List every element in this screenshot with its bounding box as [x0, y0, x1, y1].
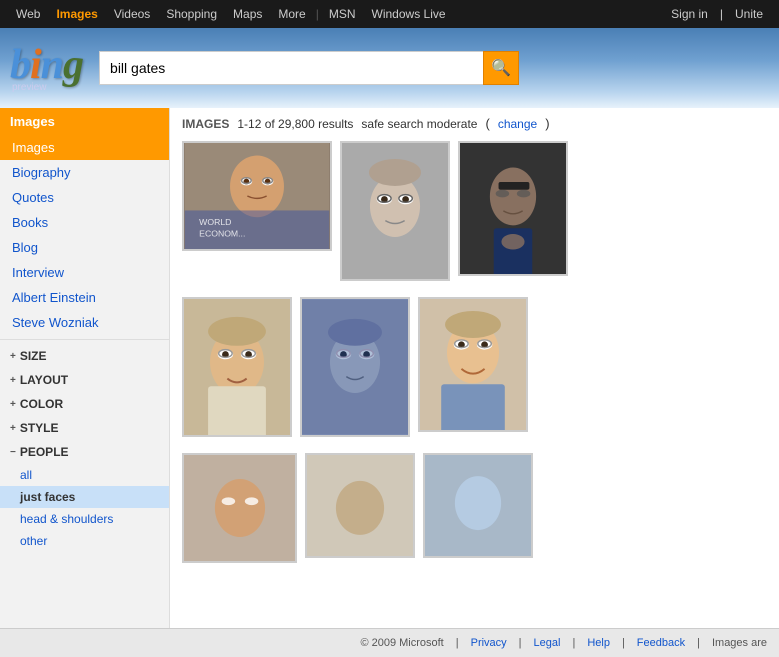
header: bing preview 🔍	[0, 28, 779, 108]
filter-people-header[interactable]: − PEOPLE	[0, 440, 169, 464]
footer-feedback-link[interactable]: Feedback	[637, 637, 685, 649]
content-area: Images Images Biography Quotes Books Blo…	[0, 108, 779, 628]
image-thumb-4[interactable]	[182, 297, 292, 437]
safe-search-text: safe search moderate	[361, 117, 477, 131]
filter-style-header[interactable]: + STYLE	[0, 416, 169, 440]
people-filter-all[interactable]: all	[0, 464, 169, 486]
footer-copyright: © 2009 Microsoft	[360, 637, 443, 649]
footer-legal-link[interactable]: Legal	[534, 637, 561, 649]
nav-signin[interactable]: Sign in	[663, 0, 716, 28]
image-thumb-5[interactable]	[300, 297, 410, 437]
sidebar-item-albert-einstein[interactable]: Albert Einstein	[0, 285, 169, 310]
logo-area: bing preview	[10, 44, 83, 93]
filter-people-label: PEOPLE	[20, 445, 69, 459]
nav-divider-2: |	[720, 7, 723, 21]
footer-separator-2: |	[519, 637, 522, 649]
filter-size-header[interactable]: + SIZE	[0, 344, 169, 368]
svg-text:ECONOM...: ECONOM...	[199, 228, 245, 238]
search-input[interactable]	[99, 51, 483, 85]
nav-web[interactable]: Web	[8, 0, 48, 28]
minus-icon-people: −	[10, 447, 16, 458]
filter-layout-header[interactable]: + LAYOUT	[0, 368, 169, 392]
nav-windows-live[interactable]: Windows Live	[364, 0, 454, 28]
paren-close: )	[545, 116, 549, 131]
image-row-2	[182, 297, 528, 437]
image-thumb-3[interactable]	[458, 141, 568, 276]
nav-videos[interactable]: Videos	[106, 0, 158, 28]
filter-color-header[interactable]: + COLOR	[0, 392, 169, 416]
sidebar-header: Images	[0, 108, 169, 135]
sidebar-item-interview[interactable]: Interview	[0, 260, 169, 285]
nav-right: Sign in | Unite	[663, 0, 771, 28]
image-thumb-1[interactable]: WORLD ECONOM...	[182, 141, 332, 251]
image-grid: WORLD ECONOM...	[182, 141, 767, 571]
people-filter-other[interactable]: other	[0, 530, 169, 552]
plus-icon-color: +	[10, 399, 16, 410]
people-filter-head-shoulders[interactable]: head & shoulders	[0, 508, 169, 530]
image-thumb-9[interactable]	[423, 453, 533, 558]
image-row-3	[182, 453, 533, 563]
nav-maps[interactable]: Maps	[225, 0, 270, 28]
nav-images[interactable]: Images	[48, 0, 105, 28]
filter-style-label: STYLE	[20, 421, 59, 435]
nav-more[interactable]: More	[270, 0, 313, 28]
people-filter-just-faces[interactable]: just faces	[0, 486, 169, 508]
footer-separator-5: |	[697, 637, 700, 649]
filter-layout-label: LAYOUT	[20, 373, 68, 387]
footer-help-link[interactable]: Help	[587, 637, 610, 649]
sidebar-item-steve-wozniak[interactable]: Steve Wozniak	[0, 310, 169, 335]
filter-size-label: SIZE	[20, 349, 47, 363]
image-thumb-2[interactable]	[340, 141, 450, 281]
sidebar: Images Images Biography Quotes Books Blo…	[0, 108, 170, 628]
plus-icon-size: +	[10, 351, 16, 362]
nav-divider-1: |	[314, 7, 321, 21]
sidebar-item-quotes[interactable]: Quotes	[0, 185, 169, 210]
filter-color-label: COLOR	[20, 397, 63, 411]
sidebar-item-books[interactable]: Books	[0, 210, 169, 235]
footer-separator-3: |	[572, 637, 575, 649]
nav-msn[interactable]: MSN	[321, 0, 364, 28]
results-count: 1-12 of 29,800 results	[237, 117, 353, 131]
footer-images-are: Images are	[712, 637, 767, 649]
image-thumb-6[interactable]	[418, 297, 528, 432]
nav-shopping[interactable]: Shopping	[158, 0, 225, 28]
sidebar-item-biography[interactable]: Biography	[0, 160, 169, 185]
sidebar-item-blog[interactable]: Blog	[0, 235, 169, 260]
sidebar-divider-1	[0, 339, 169, 340]
results-label: IMAGES	[182, 117, 229, 131]
footer-separator-4: |	[622, 637, 625, 649]
plus-icon-style: +	[10, 423, 16, 434]
search-icon: 🔍	[491, 58, 511, 78]
plus-icon-layout: +	[10, 375, 16, 386]
image-thumb-7[interactable]	[182, 453, 297, 563]
sidebar-item-images[interactable]: Images	[0, 135, 169, 160]
image-row-1: WORLD ECONOM...	[182, 141, 568, 281]
search-box: 🔍	[99, 51, 519, 85]
footer-privacy-link[interactable]: Privacy	[471, 637, 507, 649]
change-safe-search-link[interactable]: change	[498, 117, 537, 131]
footer-separator-1: |	[456, 637, 459, 649]
paren-open: (	[485, 116, 489, 131]
top-navigation: Web Images Videos Shopping Maps More | M…	[0, 0, 779, 28]
logo[interactable]: bing	[10, 44, 83, 86]
main-content: IMAGES 1-12 of 29,800 results safe searc…	[170, 108, 779, 628]
nav-unite[interactable]: Unite	[727, 0, 771, 28]
image-thumb-8[interactable]	[305, 453, 415, 558]
footer: © 2009 Microsoft | Privacy | Legal | Hel…	[0, 628, 779, 657]
svg-text:WORLD: WORLD	[199, 217, 231, 227]
results-header: IMAGES 1-12 of 29,800 results safe searc…	[182, 116, 767, 131]
search-button[interactable]: 🔍	[483, 51, 519, 85]
preview-text: preview	[10, 82, 46, 93]
